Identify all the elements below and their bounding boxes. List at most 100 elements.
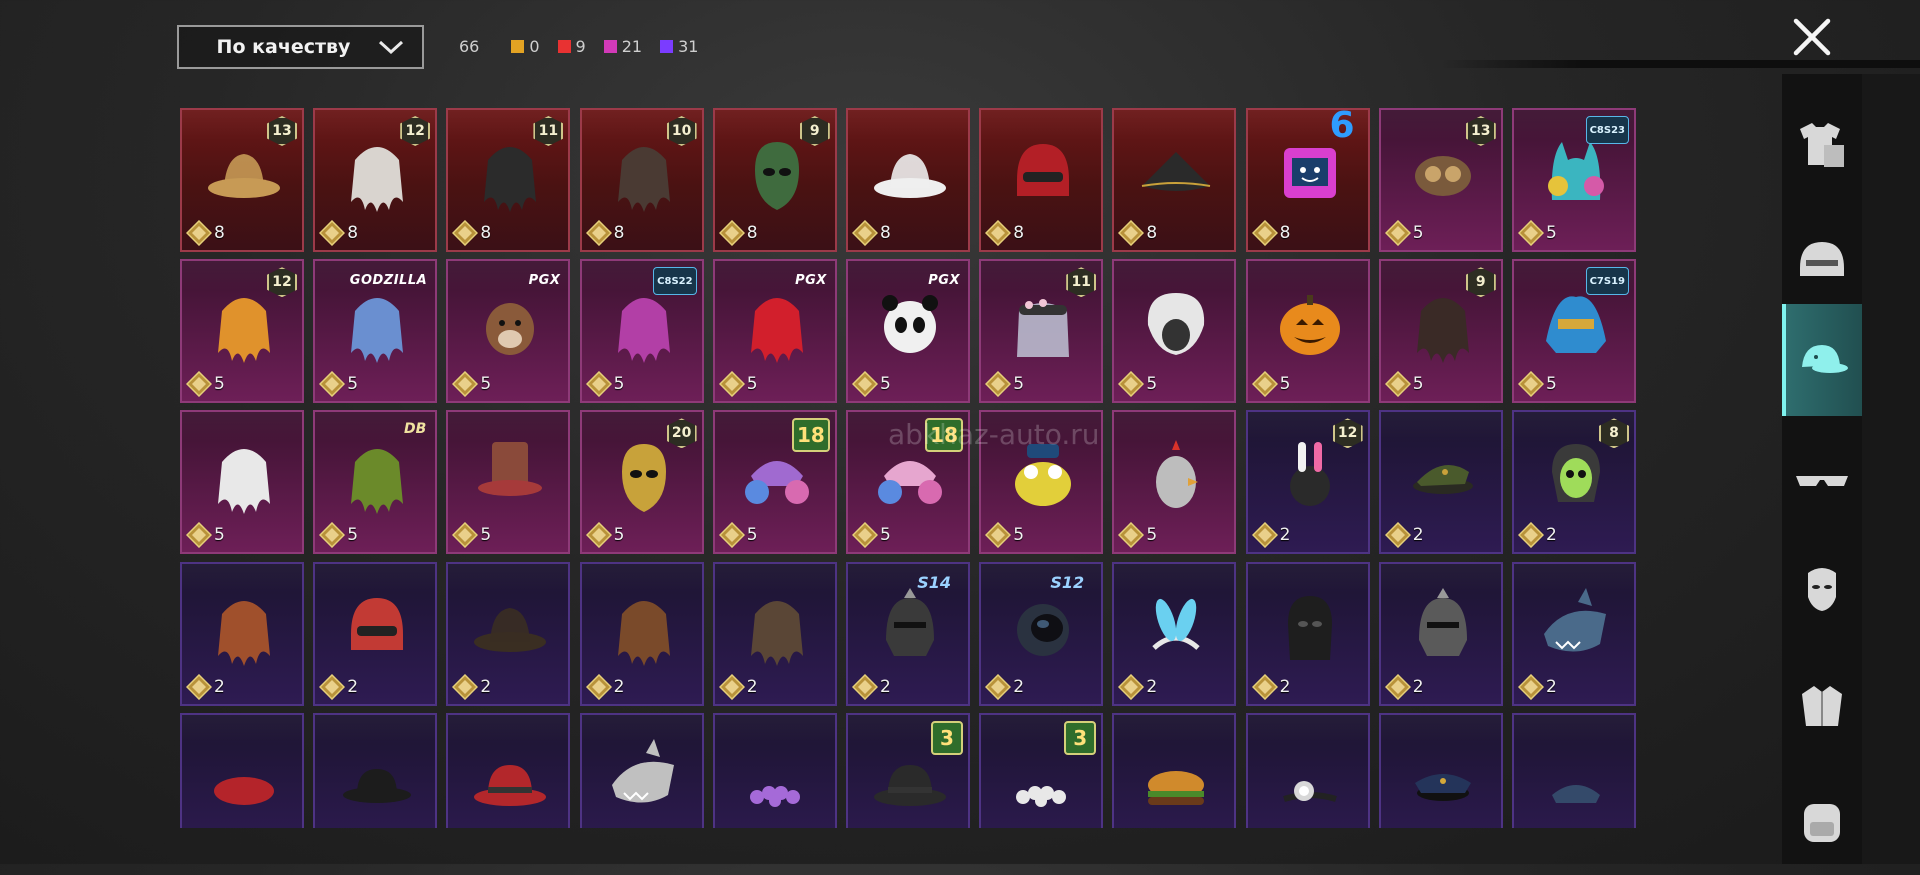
item-card[interactable]: 2: [446, 561, 571, 706]
item-card[interactable]: 2: [1378, 410, 1503, 555]
item-card[interactable]: 12 8: [313, 108, 438, 252]
item-card[interactable]: S12 2: [979, 561, 1104, 706]
item-card[interactable]: 8: [1112, 108, 1237, 252]
item-card[interactable]: [180, 712, 304, 828]
item-card[interactable]: 5: [446, 410, 571, 555]
sidebar-item-glasses[interactable]: [1782, 421, 1862, 533]
flower-crown-icon: [749, 785, 800, 807]
item-card[interactable]: 2: [1245, 561, 1370, 706]
item-grid: 13 8 12 8 11 8 10 89 8 8 8 86 8 13 5 C8S23 51…: [180, 108, 1666, 828]
item-card[interactable]: PGX 5: [846, 259, 970, 404]
item-card[interactable]: 3: [846, 712, 970, 828]
hat-icon: [208, 154, 280, 198]
sidebar-item-helmet[interactable]: [1782, 203, 1862, 315]
item-card[interactable]: 2: [712, 561, 837, 706]
item-price: 2: [319, 673, 359, 700]
item-card[interactable]: [579, 712, 704, 828]
sidebar-item-cap[interactable]: [1782, 304, 1862, 416]
sort-quality-dropdown[interactable]: По качеству: [177, 25, 424, 69]
item-card[interactable]: PGX 5: [712, 259, 837, 404]
item-card[interactable]: 8: [979, 108, 1104, 252]
item-card[interactable]: 18 5: [846, 410, 970, 555]
item-card[interactable]: S14 2: [846, 561, 970, 706]
item-price-value: 5: [1412, 374, 1424, 395]
helmet-icon: [1800, 242, 1844, 276]
item-card[interactable]: 5: [1245, 259, 1370, 404]
headlamp-icon: [1282, 780, 1337, 802]
item-price: 8: [585, 220, 624, 246]
top-hat-icon: [478, 442, 543, 497]
item-badge: S12: [1050, 573, 1085, 593]
item-price-value: 2: [347, 676, 359, 697]
item-price-value: 2: [613, 676, 625, 697]
item-card[interactable]: 5: [180, 410, 304, 555]
item-price-value: 5: [1013, 374, 1025, 395]
item-price: 5: [718, 522, 758, 549]
hair-icon: [750, 600, 803, 666]
item-price-value: 2: [480, 676, 492, 697]
helmet-icon: [1017, 144, 1070, 196]
coin-icon: [1518, 522, 1544, 549]
close-icon[interactable]: [1790, 15, 1834, 59]
item-badge: C8S23: [1585, 116, 1629, 144]
item-price: 5: [1251, 371, 1291, 398]
item-card[interactable]: DB 5: [313, 410, 438, 555]
item-card[interactable]: 12 5: [180, 259, 304, 404]
balaclava-icon: [1287, 595, 1332, 660]
item-card[interactable]: [313, 712, 438, 828]
item-card[interactable]: 2: [1512, 561, 1636, 706]
item-price-value: 5: [1279, 374, 1291, 395]
item-card[interactable]: 8: [846, 108, 970, 252]
item-card[interactable]: 11 8: [446, 108, 571, 252]
item-badge: C8S22: [653, 267, 697, 296]
item-card[interactable]: 5: [1112, 259, 1237, 404]
item-badge: GODZILLA: [349, 272, 428, 288]
item-price-value: 5: [1412, 223, 1424, 243]
item-card[interactable]: 8 2: [1512, 410, 1636, 555]
item-card[interactable]: [1112, 712, 1237, 828]
item-price-value: 2: [1279, 676, 1291, 697]
item-card[interactable]: GODZILLA 5: [313, 259, 438, 404]
sidebar-item-outfit[interactable]: [1782, 88, 1862, 200]
item-card[interactable]: [1378, 712, 1503, 828]
item-card[interactable]: 2: [1378, 561, 1503, 706]
hat-icon: [474, 607, 547, 652]
item-card[interactable]: C7S19 5: [1512, 259, 1636, 404]
item-card[interactable]: 5: [979, 410, 1104, 555]
item-card[interactable]: 2: [313, 561, 438, 706]
item-card[interactable]: 12 2: [1245, 410, 1370, 555]
item-card[interactable]: 18 5: [712, 410, 837, 555]
item-card[interactable]: 9 8: [712, 108, 837, 252]
item-card[interactable]: 9 5: [1378, 259, 1503, 404]
item-card[interactable]: [446, 712, 571, 828]
item-card[interactable]: PGX 5: [446, 259, 571, 404]
item-card[interactable]: 2: [180, 561, 304, 706]
item-price-value: 5: [347, 374, 359, 395]
item-card[interactable]: 10 8: [579, 108, 704, 252]
hair-icon: [351, 147, 404, 212]
item-card[interactable]: 20 5: [579, 410, 704, 555]
item-card[interactable]: 13 8: [180, 108, 304, 252]
count-orange: 0: [511, 37, 540, 56]
item-card[interactable]: 2: [1112, 561, 1237, 706]
sidebar-item-face[interactable]: [1782, 532, 1862, 644]
item-card[interactable]: [1512, 712, 1636, 828]
item-price: 2: [1118, 673, 1157, 700]
item-price-value: 2: [1412, 525, 1424, 546]
item-price-value: 8: [880, 223, 891, 243]
item-card[interactable]: 6 8: [1245, 108, 1370, 252]
item-card[interactable]: 5: [1112, 410, 1237, 555]
item-card[interactable]: C8S23 5: [1512, 108, 1636, 252]
item-card[interactable]: C8S22 5: [579, 259, 704, 404]
item-card[interactable]: [712, 712, 837, 828]
item-card[interactable]: 2: [579, 561, 704, 706]
item-card[interactable]: 3: [979, 712, 1104, 828]
item-card[interactable]: 11 5: [979, 259, 1104, 404]
sidebar-item-backpack[interactable]: [1782, 763, 1862, 875]
item-price: 2: [452, 673, 492, 700]
item-card[interactable]: [1245, 712, 1370, 828]
shark-hat-icon: [1544, 587, 1606, 652]
item-card[interactable]: 13 5: [1378, 108, 1503, 252]
category-sidebar: [1782, 74, 1862, 864]
sidebar-item-jacket[interactable]: [1782, 649, 1862, 761]
